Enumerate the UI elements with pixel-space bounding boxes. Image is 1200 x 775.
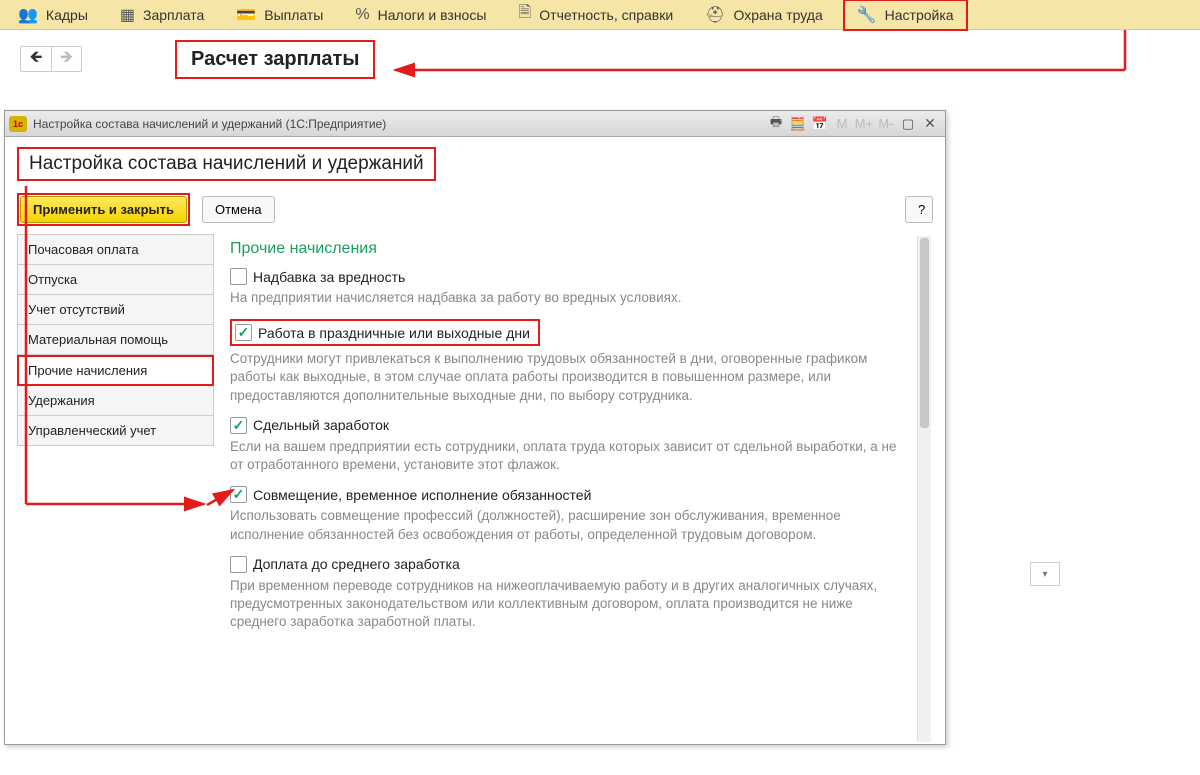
option-rabota-prazdniki: ✓ Работа в праздничные или выходные дни … (230, 319, 909, 405)
nav-kadry[interactable]: 👥 Кадры (6, 1, 100, 29)
nav-label: Зарплата (143, 7, 204, 23)
print-icon[interactable]: 🖶 (765, 114, 787, 134)
tab-otpuska[interactable]: Отпуска (17, 265, 214, 295)
side-tool-widget[interactable]: ▾ (1030, 562, 1060, 586)
document-icon: 🗎 (518, 1, 531, 28)
top-navigation: 👥 Кадры ▦ Зарплата 💳 Выплаты % Налоги и … (0, 0, 1200, 30)
nav-nastroika[interactable]: 🔧 Настройка (843, 0, 968, 31)
help-button[interactable]: ? (905, 196, 933, 223)
option-doplata-srednego: Доплата до среднего заработка При времен… (230, 556, 909, 632)
scrollbar-thumb[interactable] (920, 238, 929, 428)
memory-m: M (831, 114, 853, 134)
checkbox-sdelnaya[interactable]: ✓ (230, 417, 247, 434)
calc-icon[interactable]: 🧮 (787, 114, 809, 134)
nav-label: Настройка (885, 7, 954, 23)
minimize-button[interactable]: ▢ (897, 114, 919, 134)
card-icon: 💳 (236, 5, 256, 25)
tab-prochie-nachislenia[interactable]: Прочие начисления (17, 355, 214, 386)
option-nadbavka-vrednost: Надбавка за вредность На предприятии нач… (230, 268, 909, 307)
nav-label: Охрана труда (733, 7, 822, 23)
nav-label: Отчетность, справки (539, 7, 673, 23)
option-description: При временном переводе сотрудников на ни… (230, 577, 909, 632)
apply-button-highlight: Применить и закрыть (17, 193, 190, 226)
nav-arrows-row: 🡸 🡺 Расчет зарплаты (0, 30, 1200, 80)
tab-material-pomosh[interactable]: Материальная помощь (17, 325, 214, 355)
tab-uchet-otsutstviy[interactable]: Учет отсутствий (17, 295, 214, 325)
highlight-holiday-option: ✓ Работа в праздничные или выходные дни (230, 319, 540, 346)
nav-vyplaty[interactable]: 💳 Выплаты (224, 1, 335, 29)
option-description: Если на вашем предприятии есть сотрудник… (230, 438, 909, 474)
option-label: Совмещение, временное исполнение обязанн… (253, 487, 591, 503)
cancel-button[interactable]: Отмена (202, 196, 275, 223)
option-label: Доплата до среднего заработка (253, 556, 460, 572)
option-sdelnaya: ✓ Сдельный заработок Если на вашем предп… (230, 417, 909, 474)
option-description: На предприятии начисляется надбавка за р… (230, 289, 909, 307)
helmet-icon: ⛑ (705, 5, 725, 25)
people-icon: 👥 (18, 5, 38, 25)
nav-label: Налоги и взносы (378, 7, 487, 23)
side-tabs: Почасовая оплата Отпуска Учет отсутствий… (17, 234, 214, 744)
nav-back-button[interactable]: 🡸 (21, 47, 51, 71)
option-sovmeshenie: ✓ Совмещение, временное исполнение обяза… (230, 486, 909, 543)
nav-ohrana[interactable]: ⛑ Охрана труда (693, 1, 835, 29)
option-label: Сдельный заработок (253, 417, 389, 433)
checkbox-prazdniki[interactable]: ✓ (235, 324, 252, 341)
memory-m-plus: M+ (853, 114, 875, 134)
checkbox-doplata[interactable] (230, 556, 247, 573)
checkbox-sovmeshenie[interactable]: ✓ (230, 486, 247, 503)
tab-uderzhania[interactable]: Удержания (17, 386, 214, 416)
calc-salary-heading: Расчет зарплаты (175, 40, 375, 79)
window-title: Настройка состава начислений и удержаний… (33, 117, 386, 131)
titlebar: 1c Настройка состава начислений и удержа… (5, 111, 945, 137)
panel-title: Прочие начисления (230, 240, 909, 258)
tab-upravlencheskiy[interactable]: Управленческий учет (17, 416, 214, 446)
main-panel: Прочие начисления Надбавка за вредность … (214, 234, 933, 744)
form-title: Настройка состава начислений и удержаний (17, 147, 436, 181)
wrench-icon: 🔧 (857, 5, 877, 25)
nav-nalogi[interactable]: % Налоги и взносы (343, 2, 498, 28)
memory-m-minus: M- (875, 114, 897, 134)
checkbox-nadbavka[interactable] (230, 268, 247, 285)
close-button[interactable]: ✕ (919, 114, 941, 134)
nav-label: Кадры (46, 7, 88, 23)
nav-zarplata[interactable]: ▦ Зарплата (108, 1, 216, 29)
nav-otchetnost[interactable]: 🗎 Отчетность, справки (506, 0, 685, 32)
button-row: Применить и закрыть Отмена ? (17, 193, 933, 226)
vertical-scrollbar[interactable] (917, 236, 931, 742)
app-icon: 1c (9, 116, 27, 132)
option-description: Сотрудники могут привлекаться к выполнен… (230, 350, 909, 405)
calendar-icon[interactable]: 📅 (809, 114, 831, 134)
apply-close-button[interactable]: Применить и закрыть (20, 196, 187, 223)
grid-icon: ▦ (120, 5, 135, 25)
nav-arrow-group: 🡸 🡺 (20, 46, 82, 72)
settings-window: 1c Настройка состава начислений и удержа… (4, 110, 946, 745)
tab-pochasovaya[interactable]: Почасовая оплата (17, 235, 214, 265)
option-description: Использовать совмещение профессий (должн… (230, 507, 909, 543)
percent-icon: % (355, 6, 369, 24)
nav-label: Выплаты (264, 7, 323, 23)
option-label: Работа в праздничные или выходные дни (258, 325, 530, 341)
nav-forward-button[interactable]: 🡺 (51, 47, 81, 71)
option-label: Надбавка за вредность (253, 269, 405, 285)
